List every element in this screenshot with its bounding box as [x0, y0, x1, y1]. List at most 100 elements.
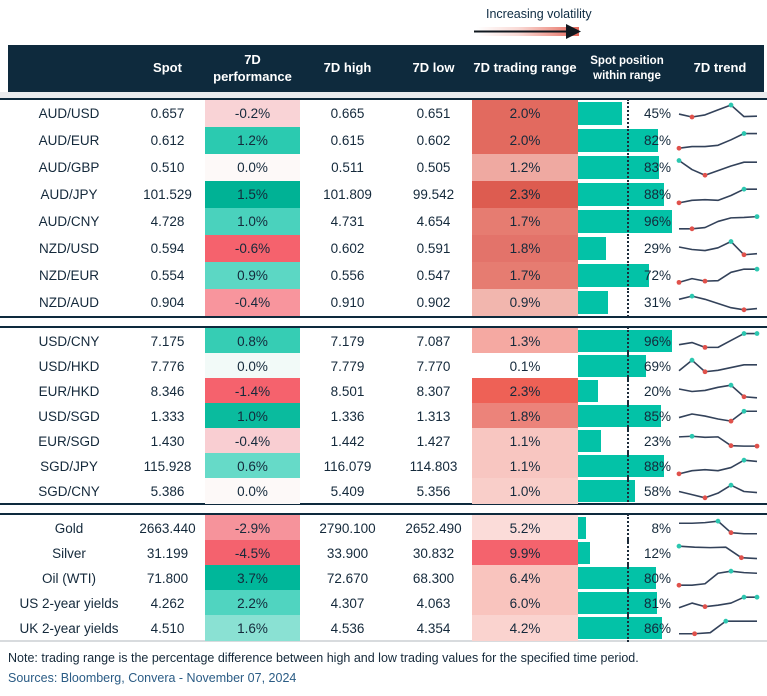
pair-label: Gold	[54, 520, 84, 536]
low-point-dot	[754, 443, 760, 449]
trend-cell	[676, 428, 764, 454]
high-value: 4.731	[330, 214, 365, 229]
spot-value: 4.262	[150, 595, 185, 611]
performance-cell: 0.0%	[205, 353, 300, 379]
high-point-dot	[689, 293, 695, 299]
trend-cell	[676, 590, 764, 616]
trend-cell	[676, 403, 764, 429]
position-label: 69%	[643, 358, 671, 374]
trend-cell	[676, 262, 764, 289]
table-row: USD/CNY 7.175 0.8% 7.179 7.087 1.3% 96%	[8, 327, 764, 355]
trend-sparkline	[676, 157, 757, 178]
position-label: 82%	[643, 133, 671, 148]
trend-cell	[676, 353, 764, 379]
table-row: NZD/AUD 0.904 -0.4% 0.910 0.902 0.9% 31%	[8, 288, 764, 317]
position-label: 88%	[643, 458, 671, 474]
table-row: USD/SGD 1.333 1.0% 1.336 1.313 1.8% 85%	[8, 402, 764, 430]
table-row: AUD/JPY 101.529 1.5% 101.809 99.542 2.3% 88%	[8, 180, 764, 209]
high-point-dot	[741, 331, 747, 336]
trend-sparkline	[676, 543, 758, 561]
high-value: 7.779	[330, 358, 365, 374]
low-point-dot	[728, 443, 734, 449]
trading-range-cell: 1.8%	[472, 403, 578, 429]
low-value: 0.602	[416, 133, 451, 148]
pair-label: UK 2-year yields	[19, 620, 119, 636]
position-cell: 20%	[578, 377, 676, 405]
group-separator	[0, 316, 767, 328]
trading-range-cell: 1.3%	[472, 328, 578, 354]
low-point-dot	[702, 369, 708, 375]
high-value: 116.079	[323, 458, 372, 474]
performance-cell: 0.8%	[205, 328, 300, 354]
low-value: 7.770	[416, 358, 451, 374]
table-body: AUD/USD 0.657 -0.2% 0.665 0.651 2.0% 45% AUD/EU…	[0, 99, 767, 642]
high-point-dot	[728, 568, 734, 574]
position-label: 58%	[643, 483, 671, 499]
low-value: 4.354	[416, 620, 451, 636]
midpoint-dotted-line	[627, 539, 629, 567]
trading-range-cell: 1.8%	[472, 235, 578, 262]
pair-label: AUD/GBP	[38, 160, 100, 175]
position-cell: 31%	[578, 288, 676, 317]
position-cell: 81%	[578, 589, 676, 617]
low-point-dot	[702, 495, 708, 501]
low-value: 0.547	[416, 268, 451, 283]
performance-cell: 1.2%	[205, 127, 300, 154]
position-bar	[578, 102, 623, 125]
group-separator	[0, 503, 767, 515]
trend-sparkline	[678, 408, 757, 424]
high-point-dot	[728, 482, 734, 488]
table-row: AUD/GBP 0.510 0.0% 0.511 0.505 1.2% 83%	[8, 153, 764, 182]
high-point-dot	[741, 130, 747, 136]
performance-cell: 1.0%	[205, 208, 300, 235]
table-row: Gold 2663.440 -2.9% 2790.100 2652.490 5.2% 8%	[8, 514, 764, 542]
pair-label: Oil (WTI)	[42, 570, 96, 586]
trend-cell	[676, 127, 764, 154]
high-value: 0.615	[330, 133, 365, 148]
position-cell: 58%	[578, 477, 676, 505]
trend-sparkline	[678, 357, 757, 375]
low-value: 0.591	[416, 241, 451, 256]
table-row: NZD/EUR 0.554 0.9% 0.556 0.547 1.7% 72%	[8, 261, 764, 290]
trend-sparkline	[678, 433, 760, 449]
high-value: 2790.100	[319, 520, 376, 536]
performance-cell: 1.5%	[205, 181, 300, 208]
table-header: Spot 7D performance 7D high 7D low 7D tradin…	[8, 45, 764, 92]
trend-sparkline	[679, 518, 757, 536]
midpoint-dotted-line	[627, 234, 629, 263]
position-label: 81%	[643, 595, 671, 611]
low-value: 5.356	[416, 483, 451, 499]
low-value: 1.427	[416, 433, 451, 449]
position-cell: 80%	[578, 564, 676, 592]
position-cell: 12%	[578, 539, 676, 567]
low-point-dot	[689, 114, 695, 119]
trading-range-cell: 1.1%	[472, 453, 578, 479]
high-point-dot	[715, 518, 721, 524]
trading-range-cell: 5.2%	[472, 515, 578, 541]
spot-value: 5.386	[150, 483, 185, 499]
high-point-dot	[723, 618, 729, 624]
performance-cell: -0.4%	[205, 289, 300, 316]
midpoint-dotted-line	[627, 261, 629, 290]
trend-sparkline	[678, 594, 760, 610]
trend-sparkline	[678, 482, 758, 501]
high-value: 1.336	[330, 408, 365, 424]
low-point-dot	[702, 344, 708, 350]
trend-cell	[676, 565, 764, 591]
midpoint-dotted-line	[627, 452, 629, 480]
spot-value: 0.594	[150, 241, 185, 256]
trend-cell	[676, 453, 764, 479]
midpoint-dotted-line	[627, 126, 629, 155]
pair-label: AUD/EUR	[38, 133, 100, 148]
spot-value: 71.800	[146, 570, 189, 586]
spot-value: 7.175	[150, 333, 185, 349]
trading-range-cell: 6.4%	[472, 565, 578, 591]
trend-cell	[676, 100, 764, 127]
performance-cell: -1.4%	[205, 378, 300, 404]
low-value: 114.803	[409, 458, 458, 474]
spot-value: 8.346	[150, 383, 185, 399]
spot-value: 2663.440	[139, 520, 196, 536]
pair-label: Silver	[52, 545, 86, 561]
position-label: 12%	[643, 545, 671, 561]
trend-sparkline	[676, 266, 760, 285]
